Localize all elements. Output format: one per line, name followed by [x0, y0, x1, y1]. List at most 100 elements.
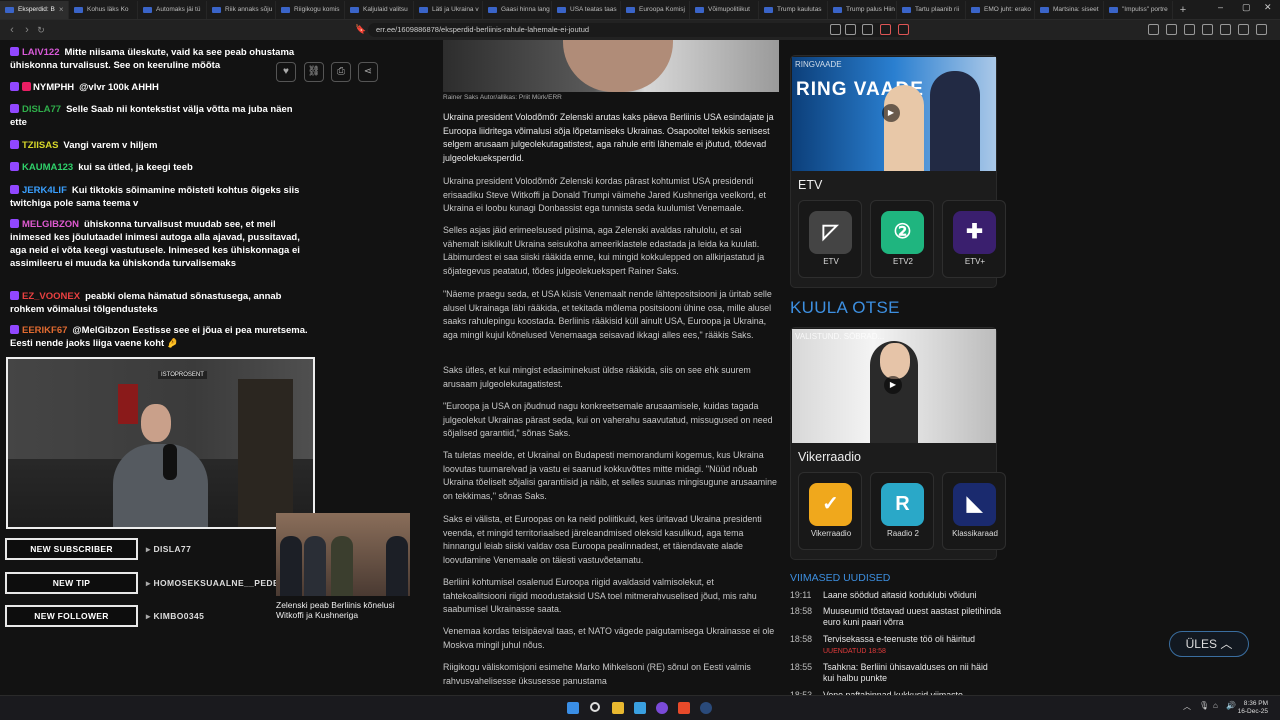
chat-username[interactable]: DISLA77 — [22, 104, 61, 115]
news-headline[interactable]: Tsahkna: Berliini ühisavalduses on nii h… — [823, 662, 1001, 684]
chat-text: @vlvr 100k AHHH — [79, 82, 159, 93]
maximize-icon[interactable]: ▢ — [1242, 2, 1251, 13]
profile-icon[interactable] — [1220, 24, 1231, 35]
chat-username[interactable]: EERIKF67 — [22, 325, 67, 336]
volume-icon[interactable]: 🔊 — [1226, 701, 1236, 710]
network-icon[interactable]: ⌂ — [1213, 701, 1218, 710]
channel-tile[interactable]: ✓ Vikerraadio — [798, 472, 862, 550]
browser-tab[interactable]: Gaasi hinna lang — [483, 0, 552, 19]
mic-icon[interactable]: 🎙 — [1199, 701, 1209, 710]
channel-tile[interactable]: ✚ ETV+ — [942, 200, 1006, 278]
chat-username[interactable]: JERK4LIF — [22, 185, 67, 196]
article-paragraph: Saks ei välista, et Euroopas on ka neid … — [443, 514, 762, 565]
channel-tile[interactable]: R Raadio 2 — [870, 472, 934, 550]
browser-tab[interactable]: Riigikogu komis — [276, 0, 345, 19]
chat-username[interactable]: TZIISAS — [22, 140, 58, 151]
clock[interactable]: 8:36 PM 16-Dec-25 — [1238, 700, 1268, 716]
channel-tile[interactable]: ◸ ETV — [798, 200, 862, 278]
close-tab-icon[interactable]: × — [59, 5, 64, 14]
reader-icon[interactable] — [830, 24, 841, 35]
discord-icon[interactable] — [656, 702, 668, 714]
share-icon[interactable]: ⋖ — [358, 62, 378, 82]
article-paragraph: Ta tuletas meelde, et Ukrainal on Budape… — [443, 450, 777, 501]
browser-tab[interactable]: Martsina: siseet — [1035, 0, 1104, 19]
split-view-icon[interactable] — [1202, 24, 1213, 35]
related-article-title[interactable]: Zelenski peab Berliinis kõnelusi Witkoff… — [276, 600, 416, 620]
browser-tab[interactable]: Eksperdid: B × — [0, 0, 69, 19]
browser-tab[interactable]: EMO juht: erako — [966, 0, 1035, 19]
vikerraadio-video[interactable]: VALISTUND. SÕBRAD... ▶ — [792, 329, 996, 443]
news-headline[interactable]: Laane söödud aitasid koduklubi võiduni — [823, 590, 1001, 601]
play-icon[interactable]: ▶ — [882, 104, 900, 122]
chat-username[interactable]: KAUMA123 — [22, 162, 73, 173]
steam-icon[interactable] — [700, 702, 712, 714]
close-window-icon[interactable]: ✕ — [1264, 2, 1272, 13]
tv-section-title: ETV — [798, 178, 823, 192]
chat-username[interactable]: LAIV122 — [22, 47, 60, 58]
chat-username[interactable]: EZ_VOONEX — [22, 291, 80, 302]
back-icon[interactable]: ‹ — [5, 24, 19, 36]
news-headline[interactable]: Tervisekassa e-teenuste töö oli häiritud… — [823, 634, 1001, 657]
windows-start-icon[interactable] — [567, 702, 579, 714]
new-tab-icon[interactable]: + — [1173, 4, 1193, 16]
updated-badge: UUENDATUD 18:58 — [823, 648, 886, 655]
browser-tab[interactable]: Trump kaulutas — [759, 0, 828, 19]
sidebar-toggle-icon[interactable] — [1148, 24, 1159, 35]
wallet-icon[interactable] — [1166, 24, 1177, 35]
bookmark-icon[interactable]: 🔖 — [355, 24, 366, 35]
browser-tab[interactable]: Läti ja Ukraina v — [414, 0, 483, 19]
brave-rewards-icon[interactable] — [898, 24, 909, 35]
related-article-image[interactable] — [276, 513, 410, 596]
screenshot-icon[interactable] — [1184, 24, 1195, 35]
article-paragraph: Ukraina president Volodõmõr Zelenski aru… — [443, 112, 774, 163]
vpn-icon[interactable] — [1238, 24, 1249, 35]
mail-icon[interactable] — [634, 702, 646, 714]
menu-icon[interactable] — [1256, 24, 1267, 35]
channel-logo-icon: ◸ — [809, 211, 852, 254]
browser-tab[interactable]: Kaljulaid valitsu — [345, 0, 414, 19]
browser-tab[interactable]: Euroopa Komisj — [621, 0, 690, 19]
extension-icon[interactable] — [862, 24, 873, 35]
chat-message: NYMPHH @vlvr 100k AHHH — [10, 81, 310, 94]
news-headline[interactable]: Muuseumid tõstavad uuest aastast piletih… — [823, 606, 1001, 628]
browser-tab[interactable]: USA teatas taas — [552, 0, 621, 19]
brave-shield-icon[interactable] — [880, 24, 891, 35]
channel-tile[interactable]: ◣ Klassikaraad — [942, 472, 1006, 550]
brave-icon[interactable] — [678, 702, 690, 714]
favicon-icon — [626, 6, 635, 13]
browser-tab[interactable]: Tartu plaanib rii — [897, 0, 966, 19]
share-page-icon[interactable] — [845, 24, 856, 35]
address-bar[interactable]: err.ee/1609886878/eksperdid-berliinis-ra… — [368, 23, 908, 37]
tab-title: EMO juht: erako — [984, 6, 1031, 13]
chat-username[interactable]: MELGIBZON — [22, 219, 79, 230]
tab-title: Riik annaks sõju — [225, 6, 273, 13]
browser-tab[interactable]: Kohus läks Ko — [69, 0, 138, 19]
browser-tab[interactable]: Trump palus Hiin — [828, 0, 897, 19]
browser-tab[interactable]: "Impulss" portre — [1104, 0, 1173, 19]
chat-username[interactable]: NYMPHH — [33, 82, 74, 93]
tab-title: Trump kaulutas — [777, 6, 822, 13]
tab-title: Eksperdid: B — [18, 6, 55, 13]
forward-icon[interactable]: › — [20, 24, 34, 36]
photo-caption: Rainer Saks Autor/allikas: Priit Mürk/ER… — [443, 94, 562, 101]
play-icon[interactable]: ▶ — [884, 376, 902, 394]
article-photo — [443, 40, 779, 92]
browser-tab[interactable]: Võimupolitiikut — [690, 0, 759, 19]
ringvaade-video[interactable]: RINGVAADE RING VAADE ▶ — [792, 57, 996, 171]
scroll-to-top-button[interactable]: ÜLES ︿ — [1169, 631, 1249, 657]
browser-tab[interactable]: Riik annaks sõju — [207, 0, 276, 19]
print-icon[interactable]: ⎙ — [331, 62, 351, 82]
chat-text: Vangi varem v hiljem — [63, 140, 158, 151]
new-subscriber-label: NEW SUBSCRIBER — [5, 538, 138, 560]
minimize-icon[interactable]: – — [1218, 2, 1223, 12]
search-icon[interactable] — [590, 702, 600, 712]
tab-title: Võimupolitiikut — [708, 6, 750, 13]
browser-tab[interactable]: Automaks jäi tü — [138, 0, 207, 19]
tray-chevron-icon[interactable]: ︿ — [1183, 701, 1191, 712]
channel-tile[interactable]: ② ETV2 — [870, 200, 934, 278]
reload-icon[interactable]: ↻ — [34, 25, 48, 36]
webcam-feed: ISTOPROSENT — [6, 357, 315, 529]
file-explorer-icon[interactable] — [612, 702, 624, 714]
chat-message: JERK4LIF Kui tiktokis sõimamine mõisteti … — [10, 184, 310, 210]
favicon-icon — [350, 6, 359, 13]
